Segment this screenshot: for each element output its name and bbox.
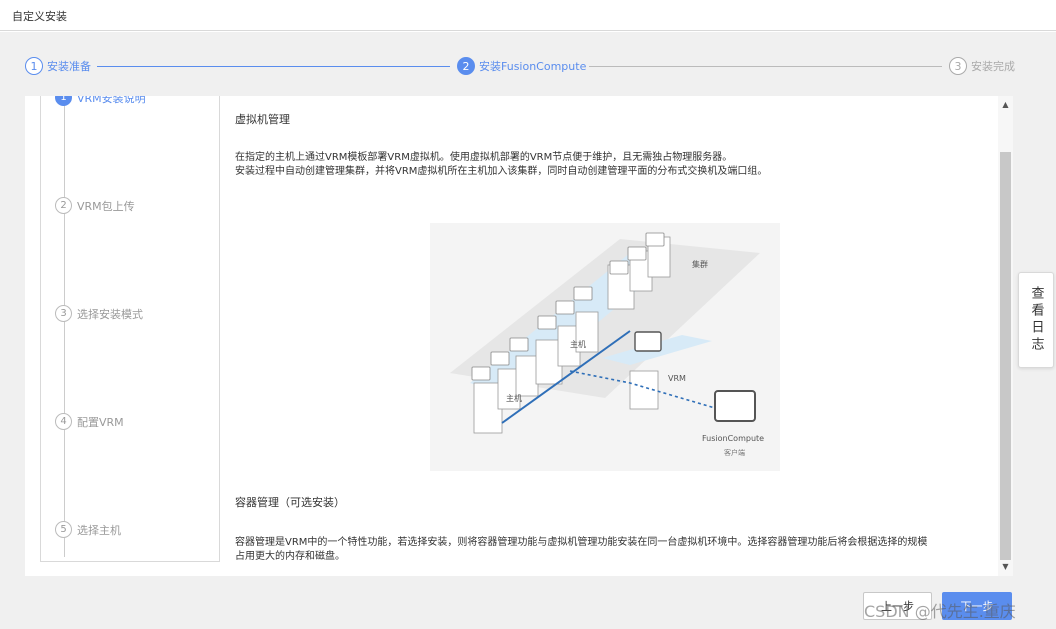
container-management-desc-1: 容器管理是VRM中的一个特性功能，若选择安装，则将容器管理功能与虚拟机管理功能安… [235,537,928,548]
step-connector [589,66,942,67]
step-label: 安装完成 [971,60,1015,73]
substep-number: 3 [55,305,72,322]
step-number: 2 [457,57,475,75]
substep-install-mode[interactable]: 3 选择安装模式 [55,305,143,322]
step-complete: 3 安装完成 [949,57,1015,75]
step-connector [97,66,450,67]
next-button[interactable]: 下一步 [942,592,1012,620]
scroll-down-icon[interactable]: ▼ [998,560,1013,574]
container-management-desc-2: 占用更大的内存和磁盘。 [235,551,345,562]
substep-number: 4 [55,413,72,430]
scroll-thumb[interactable] [1000,152,1011,560]
title-bar: 自定义安装 [0,0,1056,31]
step-number: 1 [25,57,43,75]
client-label-2: 客户端 [724,448,745,457]
substep-vrm-upload[interactable]: 2 VRM包上传 [55,197,135,214]
deployment-diagram: 集群 主机 主机 VRM FusionCompute 客户端 [430,223,780,471]
substep-number: 5 [55,521,72,538]
view-log-button[interactable]: 查看日志 [1018,272,1054,368]
substep-nav: 1 VRM安装说明 2 VRM包上传 3 选择安装模式 4 配置VRM 5 选择… [40,96,220,562]
progress-stepper: 1 安装准备 2 安装FusionCompute 3 安装完成 [0,50,1056,82]
host-label: 主机 [506,393,522,403]
description-area: 虚拟机管理 在指定的主机上通过VRM模板部署VRM虚拟机。使用虚拟机部署的VRM… [235,96,1005,576]
content-panel: 1 VRM安装说明 2 VRM包上传 3 选择安装模式 4 配置VRM 5 选择… [25,96,1013,576]
substep-vrm-intro[interactable]: 1 VRM安装说明 [55,96,146,106]
substep-number: 2 [55,197,72,214]
substep-label: 选择安装模式 [77,307,143,321]
vrm-label: VRM [668,374,686,383]
vm-management-title: 虚拟机管理 [235,113,290,126]
view-log-label: 查看日志 [1028,286,1044,354]
previous-button[interactable]: 上一步 [863,592,932,620]
substep-line [64,96,65,557]
vm-management-desc-2: 安装过程中自动创建管理集群，并将VRM虚拟机所在主机加入该集群，同时自动创建管理… [235,166,768,177]
substep-label: 配置VRM [77,415,124,429]
host-label: 主机 [570,339,586,349]
substep-label: VRM包上传 [77,199,135,213]
step-install-fusioncompute: 2 安装FusionCompute [457,57,586,75]
step-number: 3 [949,57,967,75]
cluster-label: 集群 [692,259,708,269]
substep-label: 选择主机 [77,523,121,537]
scroll-up-icon[interactable]: ▲ [998,98,1013,112]
step-prepare: 1 安装准备 [25,57,91,75]
container-management-title: 容器管理（可选安装） [235,496,345,509]
vm-management-desc-1: 在指定的主机上通过VRM模板部署VRM虚拟机。使用虚拟机部署的VRM节点便于维护… [235,152,733,163]
substep-label: VRM安装说明 [77,96,146,105]
substep-select-host[interactable]: 5 选择主机 [55,521,121,538]
step-label: 安装FusionCompute [479,60,587,73]
client-label-1: FusionCompute [702,434,764,443]
substep-config-vrm[interactable]: 4 配置VRM [55,413,124,430]
window-title: 自定义安装 [12,10,67,23]
substep-number: 1 [55,96,72,106]
step-label: 安装准备 [47,60,91,73]
content-scrollbar[interactable]: ▲ ▼ [998,96,1013,576]
